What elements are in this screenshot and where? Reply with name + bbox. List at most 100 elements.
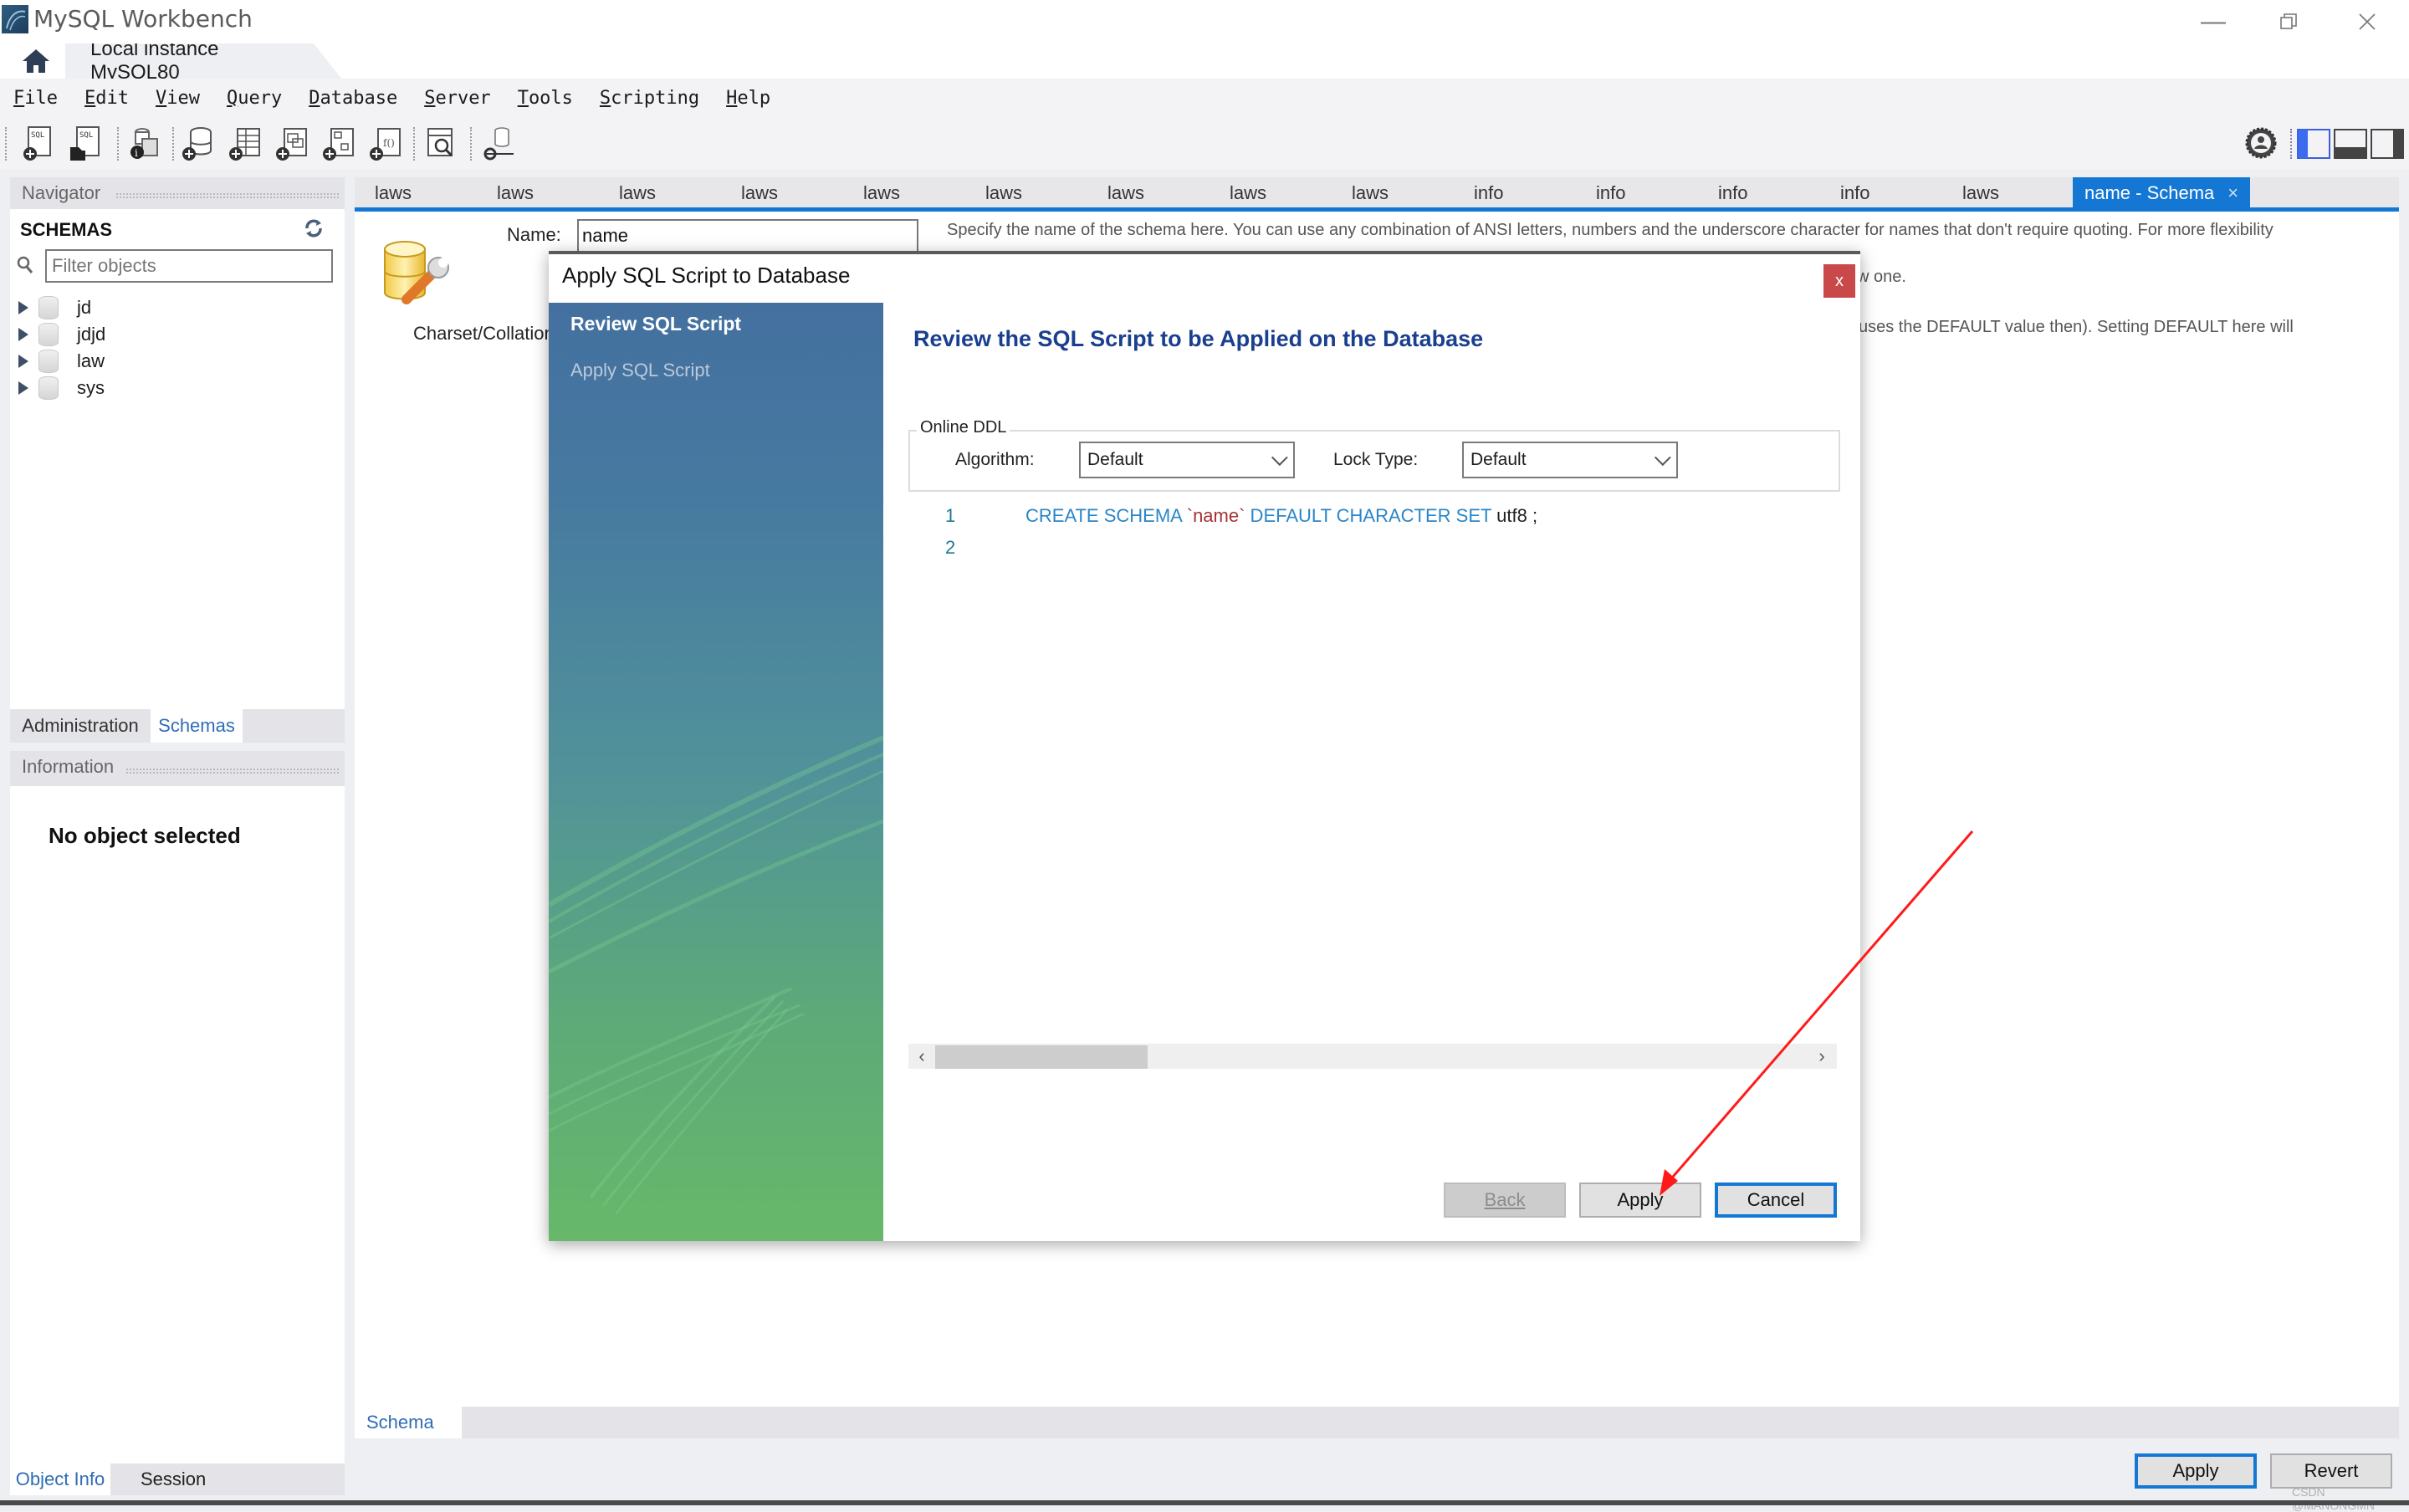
back-button[interactable]: Back xyxy=(1444,1183,1566,1218)
svg-text:SQL: SQL xyxy=(79,131,93,140)
toolbar-separator xyxy=(470,127,473,161)
editor-tab[interactable]: laws xyxy=(1352,177,1389,209)
algorithm-label: Algorithm: xyxy=(955,450,1035,469)
editor-tab[interactable]: info xyxy=(1718,177,1747,209)
editor-tab[interactable]: laws xyxy=(1230,177,1266,209)
connection-tab-local-instance[interactable]: Local instance MySQL80 × xyxy=(65,43,341,79)
editor-tab[interactable]: laws xyxy=(497,177,534,209)
chevron-down-icon xyxy=(1271,449,1288,467)
tab-schema[interactable]: Schema xyxy=(355,1407,462,1438)
create-schema-icon[interactable] xyxy=(181,125,216,162)
create-table-icon[interactable] xyxy=(228,125,263,162)
menu-help[interactable]: Help xyxy=(726,88,770,109)
toolbar-separator xyxy=(413,127,417,161)
expand-arrow-icon[interactable] xyxy=(18,301,28,314)
editor-tab-active-schema[interactable]: name - Schema × xyxy=(2073,177,2251,209)
tab-object-info[interactable]: Object Info xyxy=(10,1463,110,1495)
editor-tab[interactable]: laws xyxy=(375,177,412,209)
close-tab-icon[interactable]: × xyxy=(2227,182,2238,204)
lock-type-select[interactable]: Default xyxy=(1462,442,1678,478)
schema-item-law[interactable]: law xyxy=(18,348,105,375)
revert-changes-button[interactable]: Revert xyxy=(2270,1453,2392,1489)
schema-name-input[interactable] xyxy=(577,219,918,253)
expand-arrow-icon[interactable] xyxy=(18,381,28,395)
tab-administration[interactable]: Administration xyxy=(10,709,151,743)
minimize-button[interactable]: — xyxy=(2188,7,2238,37)
menu-scripting[interactable]: Scripting xyxy=(600,88,699,109)
menu-edit[interactable]: Edit xyxy=(84,88,129,109)
menu-database[interactable]: Database xyxy=(309,88,397,109)
editor-tab[interactable]: laws xyxy=(741,177,778,209)
editor-bottom-tab-bar xyxy=(355,1407,2399,1438)
schema-item-jdjd[interactable]: jdjd xyxy=(18,321,105,348)
dialog-apply-button[interactable]: Apply xyxy=(1579,1183,1701,1218)
menu-file[interactable]: File xyxy=(13,88,58,109)
filter-objects-input[interactable] xyxy=(45,249,333,283)
sql-keyword: DEFAULT CHARACTER SET xyxy=(1245,505,1497,526)
watermark: CSDN @MANONGMN xyxy=(2292,1485,2375,1512)
restore-button[interactable] xyxy=(2263,7,2314,37)
open-sql-script-icon[interactable]: SQL xyxy=(69,125,104,162)
editor-tab[interactable]: laws xyxy=(619,177,656,209)
menu-view[interactable]: View xyxy=(156,88,200,109)
svg-text:f(): f() xyxy=(383,137,395,149)
tab-session[interactable]: Session xyxy=(110,1463,345,1495)
close-icon xyxy=(2359,13,2376,30)
scroll-left-arrow-icon[interactable]: ‹ xyxy=(912,1044,932,1069)
reconnect-icon[interactable] xyxy=(482,125,517,162)
editor-tab[interactable]: laws xyxy=(863,177,900,209)
menu-tools[interactable]: Tools xyxy=(518,88,573,109)
editor-tab[interactable]: info xyxy=(1474,177,1503,209)
restore-icon xyxy=(2280,13,2297,29)
dialog-title: Apply SQL Script to Database xyxy=(562,263,851,288)
home-tab[interactable] xyxy=(7,43,65,79)
expand-arrow-icon[interactable] xyxy=(18,328,28,341)
editor-tab[interactable]: laws xyxy=(1962,177,1999,209)
menu-query[interactable]: Query xyxy=(227,88,282,109)
apply-changes-button[interactable]: Apply xyxy=(2135,1453,2257,1489)
sql-code: CREATE SCHEMA `name` DEFAULT CHARACTER S… xyxy=(1025,505,1537,527)
svg-text:i: i xyxy=(135,147,138,159)
scroll-right-arrow-icon[interactable]: › xyxy=(1812,1044,1832,1069)
editor-tab[interactable]: info xyxy=(1840,177,1869,209)
toggle-output-icon[interactable] xyxy=(2334,129,2367,159)
schema-item-jd[interactable]: jd xyxy=(18,294,91,321)
editor-tab[interactable]: info xyxy=(1596,177,1625,209)
lock-type-value: Default xyxy=(1470,450,1527,469)
inspector-icon[interactable]: i xyxy=(125,125,161,162)
database-icon xyxy=(38,296,59,319)
editor-tab[interactable]: laws xyxy=(985,177,1022,209)
create-function-icon[interactable]: f() xyxy=(368,125,403,162)
refresh-schemas-icon[interactable] xyxy=(303,217,325,239)
sidebar-decoration xyxy=(549,735,883,1215)
dialog-close-button[interactable]: x xyxy=(1823,264,1855,298)
schema-name: sys xyxy=(77,377,105,398)
schema-item-sys[interactable]: sys xyxy=(18,375,105,401)
search-table-data-icon[interactable] xyxy=(425,125,460,162)
sql-keyword: CREATE SCHEMA xyxy=(1025,505,1187,526)
dialog-cancel-button[interactable]: Cancel xyxy=(1715,1183,1837,1218)
new-sql-tab-icon[interactable]: SQL xyxy=(22,125,57,162)
preferences-gear-icon[interactable] xyxy=(2243,125,2279,161)
editor-tab[interactable]: laws xyxy=(1107,177,1144,209)
tab-schemas[interactable]: Schemas xyxy=(151,709,243,743)
close-window-button[interactable] xyxy=(2342,7,2392,37)
navigator-drag-handle[interactable] xyxy=(115,192,340,199)
expand-arrow-icon[interactable] xyxy=(18,355,28,368)
sql-value: utf8 ; xyxy=(1496,505,1538,526)
menu-server[interactable]: Server xyxy=(424,88,490,109)
navigator-panel xyxy=(10,209,345,711)
schema-name: law xyxy=(77,350,105,371)
create-procedure-icon[interactable] xyxy=(321,125,356,162)
window-titlebar xyxy=(0,0,2409,42)
information-panel xyxy=(10,786,345,1463)
information-drag-handle[interactable] xyxy=(125,768,340,774)
create-view-icon[interactable] xyxy=(274,125,309,162)
scrollbar-thumb[interactable] xyxy=(935,1045,1148,1069)
toggle-secondary-sidebar-icon[interactable] xyxy=(2371,129,2404,159)
algorithm-select[interactable]: Default xyxy=(1079,442,1295,478)
information-title: Information xyxy=(22,756,115,777)
lock-type-label: Lock Type: xyxy=(1333,450,1419,469)
toggle-sidebar-icon[interactable] xyxy=(2297,129,2330,159)
mysql-workbench-logo-icon xyxy=(2,5,28,33)
